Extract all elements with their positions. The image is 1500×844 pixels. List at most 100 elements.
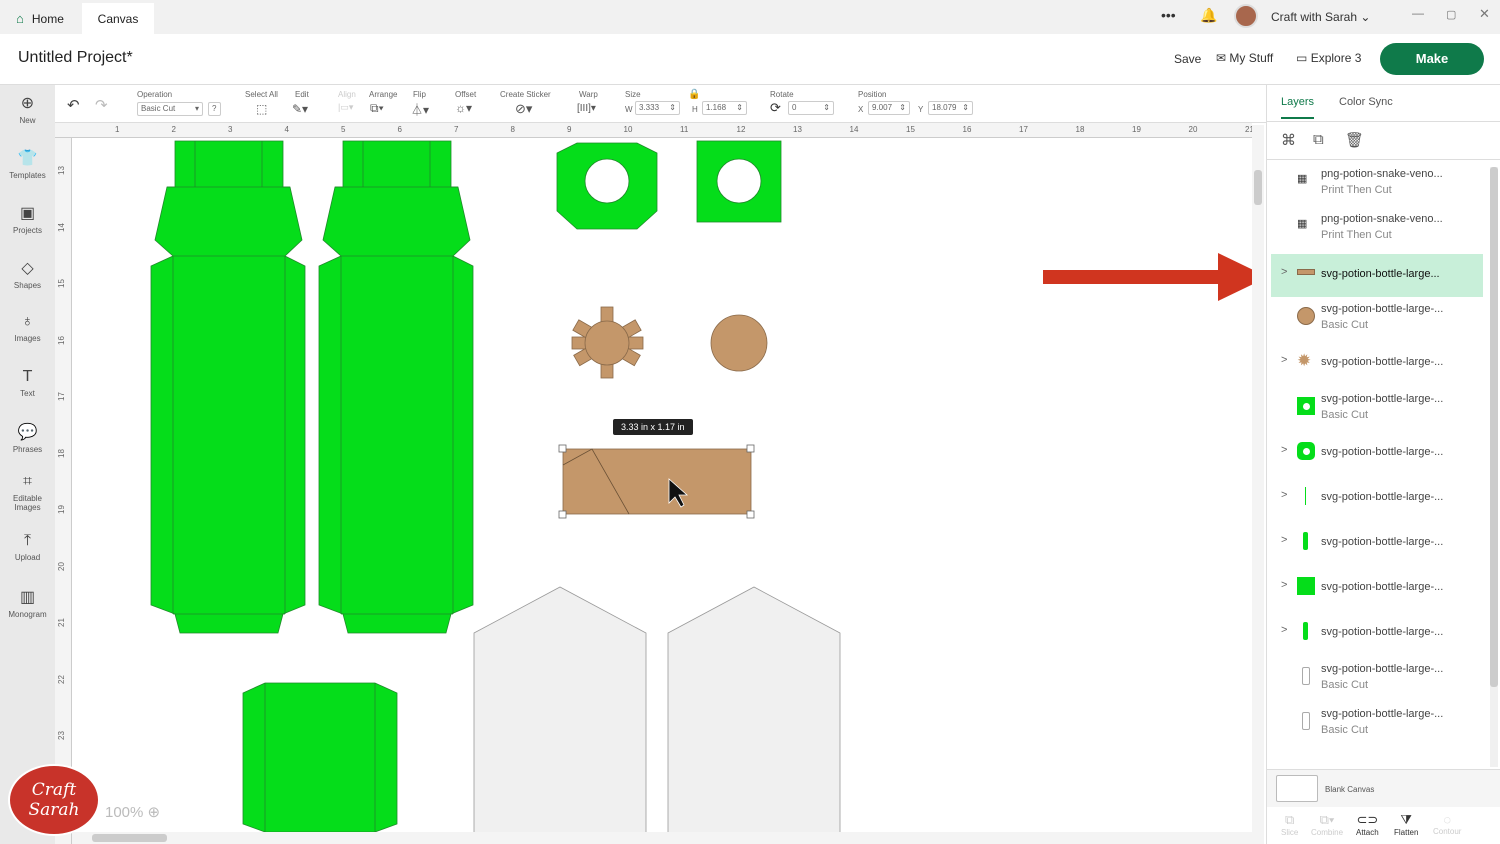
- bell-icon[interactable]: 🔔: [1200, 7, 1217, 24]
- sidebar-item-text[interactable]: T Text: [0, 368, 55, 398]
- flip-icon[interactable]: ⏃▾: [411, 101, 429, 118]
- green-box-shape[interactable]: [242, 682, 398, 833]
- layer-item[interactable]: > svg-potion-bottle-large-...: [1271, 567, 1483, 611]
- sidebar-item-monogram[interactable]: ▥ Monogram: [0, 587, 55, 619]
- green-octagon-ring[interactable]: [556, 142, 658, 230]
- offset-label: Offset: [455, 90, 477, 99]
- make-button[interactable]: Make: [1380, 43, 1484, 75]
- align-icon[interactable]: |▭▾: [338, 102, 353, 113]
- lock-icon[interactable]: 🔒: [688, 89, 700, 100]
- select-all-icon[interactable]: ⬚: [256, 102, 267, 116]
- blank-canvas-swatch[interactable]: [1276, 775, 1318, 802]
- height-input[interactable]: 1.168 ⇕: [702, 101, 747, 115]
- project-title[interactable]: Untitled Project*: [18, 49, 133, 67]
- tan-gear-shape[interactable]: [571, 306, 644, 379]
- restore-button[interactable]: ▢: [1446, 8, 1456, 21]
- zoom-level[interactable]: 100% ⊕: [105, 803, 160, 821]
- sticker-icon[interactable]: ⊘▾: [515, 101, 532, 117]
- tan-circle-shape[interactable]: [710, 314, 768, 372]
- close-button[interactable]: ✕: [1479, 6, 1490, 22]
- offset-icon[interactable]: ☼▾: [455, 101, 472, 115]
- ruler-tick-label: 10: [623, 125, 633, 134]
- slice-button[interactable]: ⧉ Slice: [1281, 812, 1298, 837]
- width-input[interactable]: 3.333 ⇕: [635, 101, 680, 115]
- sidebar-item-editable-images[interactable]: ⌗ Editable Images: [0, 473, 55, 512]
- minimize-button[interactable]: —: [1412, 6, 1424, 20]
- layer-thumbnail-icon: [1297, 712, 1315, 730]
- layer-item[interactable]: > svg-potion-bottle-large-...: [1271, 612, 1483, 656]
- arrange-icon[interactable]: ⧉▾: [370, 101, 384, 116]
- y-input[interactable]: 18.079 ⇕: [928, 101, 973, 115]
- my-stuff-button[interactable]: ✉ My Stuff: [1216, 51, 1273, 65]
- resize-handle[interactable]: [746, 444, 755, 453]
- more-icon[interactable]: •••: [1161, 7, 1176, 23]
- layer-item[interactable]: > svg-potion-bottle-large-...: [1271, 432, 1483, 476]
- layer-item[interactable]: > ✹ svg-potion-bottle-large-...: [1271, 342, 1483, 386]
- layer-item[interactable]: > svg-potion-bottle-large...: [1271, 254, 1483, 297]
- edit-pencil-icon[interactable]: ✎▾: [292, 102, 308, 116]
- sidebar-item-upload[interactable]: ⤒ Upload: [0, 532, 55, 562]
- layer-item[interactable]: > svg-potion-bottle-large-...: [1271, 522, 1483, 566]
- tab-layers[interactable]: Layers: [1281, 96, 1315, 119]
- layer-item[interactable]: svg-potion-bottle-large-... Basic Cut: [1271, 387, 1483, 431]
- x-input[interactable]: 9.007 ⇕: [868, 101, 910, 115]
- contour-icon: ◌: [1443, 812, 1452, 827]
- layer-item[interactable]: svg-potion-bottle-large-... Basic Cut: [1271, 297, 1483, 341]
- green-bottle-template-2[interactable]: [318, 140, 474, 634]
- attach-button[interactable]: ⊂⊃ Attach: [1356, 812, 1379, 837]
- contour-button[interactable]: ◌ Contour: [1433, 812, 1461, 836]
- canvas-area[interactable]: [72, 138, 1252, 844]
- ruler-tick-label: 14: [56, 222, 66, 232]
- undo-icon[interactable]: ↶: [67, 96, 80, 114]
- sidebar-item-templates[interactable]: 👕 Templates: [0, 148, 55, 180]
- expand-chevron-icon[interactable]: >: [1281, 444, 1287, 456]
- combine-button[interactable]: ⧉▾ Combine: [1311, 812, 1343, 837]
- avatar[interactable]: [1234, 4, 1258, 28]
- duplicate-icon[interactable]: ⧉: [1313, 131, 1324, 148]
- group-icon[interactable]: ⌘: [1281, 131, 1296, 149]
- flatten-button[interactable]: ⧩ Flatten: [1394, 812, 1418, 837]
- gray-label-shape-1[interactable]: [473, 586, 647, 844]
- tab-color-sync[interactable]: Color Sync: [1339, 96, 1393, 108]
- save-button[interactable]: Save: [1174, 52, 1201, 66]
- resize-handle[interactable]: [746, 510, 755, 519]
- expand-chevron-icon[interactable]: >: [1281, 266, 1287, 278]
- expand-chevron-icon[interactable]: >: [1281, 354, 1287, 366]
- sidebar-item-phrases[interactable]: 💬 Phrases: [0, 422, 55, 454]
- green-square-ring[interactable]: [696, 140, 782, 223]
- layer-item[interactable]: svg-potion-bottle-large-... Basic Cut: [1271, 657, 1483, 701]
- y-label: Y: [918, 105, 924, 114]
- layer-item[interactable]: svg-potion-bottle-large-... Basic Cut: [1271, 702, 1483, 746]
- expand-chevron-icon[interactable]: >: [1281, 534, 1287, 546]
- expand-chevron-icon[interactable]: >: [1281, 579, 1287, 591]
- layer-item[interactable]: ▦ png-potion-snake-veno... Print Then Cut: [1271, 207, 1483, 251]
- blank-canvas-row[interactable]: Blank Canvas: [1267, 769, 1500, 807]
- expand-chevron-icon[interactable]: >: [1281, 624, 1287, 636]
- redo-icon[interactable]: ↷: [95, 96, 108, 114]
- delete-icon[interactable]: 🗑: [1345, 131, 1364, 149]
- green-bottle-template-1[interactable]: [150, 140, 306, 634]
- rotate-input[interactable]: 0 ⇕: [788, 101, 834, 115]
- warp-icon[interactable]: [III]▾: [577, 103, 596, 114]
- help-button[interactable]: ?: [208, 102, 221, 116]
- canvas-scrollbar-vertical[interactable]: [1252, 125, 1264, 844]
- resize-handle[interactable]: [558, 444, 567, 453]
- tab-canvas[interactable]: Canvas: [82, 3, 154, 34]
- operation-select[interactable]: Basic Cut ▾: [137, 102, 203, 116]
- layers-scrollbar[interactable]: [1490, 167, 1498, 767]
- top-bar: ⌂ Home Canvas ••• 🔔 Craft with Sarah ⌄ — …: [0, 0, 1500, 34]
- sidebar-item-images[interactable]: ♁ Images: [0, 313, 55, 343]
- sidebar-item-projects[interactable]: ▣ Projects: [0, 203, 55, 235]
- expand-chevron-icon[interactable]: >: [1281, 489, 1287, 501]
- resize-handle[interactable]: [558, 510, 567, 519]
- user-menu[interactable]: Craft with Sarah ⌄: [1271, 10, 1370, 24]
- sidebar-item-new[interactable]: ⊕ New: [0, 93, 55, 125]
- sidebar-item-shapes[interactable]: ◇ Shapes: [0, 258, 55, 290]
- selected-tan-label-shape[interactable]: [558, 444, 755, 519]
- machine-select[interactable]: ▭ Explore 3: [1296, 51, 1361, 65]
- canvas-scrollbar-horizontal[interactable]: [72, 832, 1252, 844]
- layer-item[interactable]: > svg-potion-bottle-large-...: [1271, 477, 1483, 521]
- gray-label-shape-2[interactable]: [667, 586, 841, 844]
- layer-item[interactable]: ▦ png-potion-snake-veno... Print Then Cut: [1271, 162, 1483, 206]
- tab-home[interactable]: ⌂ Home: [0, 3, 80, 34]
